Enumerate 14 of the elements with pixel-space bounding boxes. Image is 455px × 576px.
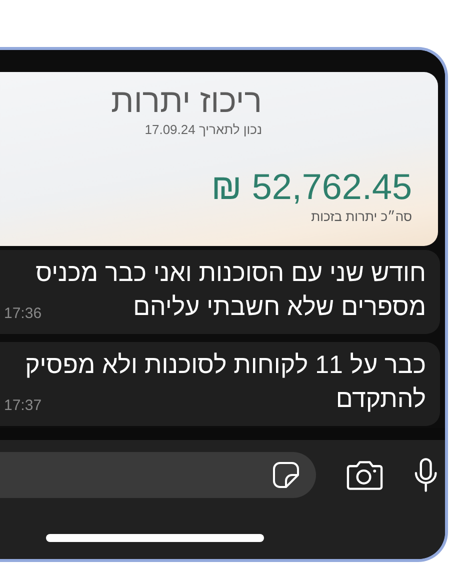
message-time: 17:36	[4, 305, 42, 322]
message-text-line: מספרים שלא חשבתי עליהם	[133, 292, 426, 323]
balance-amount: ₪ 52,762.45	[211, 167, 412, 207]
message-time: 17:37	[4, 397, 42, 414]
image-title: ריכוז יתרות	[111, 82, 262, 120]
balance-label: סה״כ יתרות בזכות	[311, 209, 412, 224]
message-text-line: חודש שני עם הסוכנות ואני כבר מכניס	[36, 258, 426, 289]
message-text-line: להתקדם	[336, 384, 426, 415]
microphone-icon[interactable]	[413, 457, 440, 493]
camera-icon[interactable]	[346, 459, 384, 491]
message-text-line: כבר על 11 לקוחות לסוכנות ולא מפסיק	[25, 350, 426, 381]
message-input-field[interactable]	[0, 452, 316, 498]
image-date: נכון לתאריך 17.09.24	[144, 122, 262, 137]
sticker-icon[interactable]	[272, 461, 300, 489]
